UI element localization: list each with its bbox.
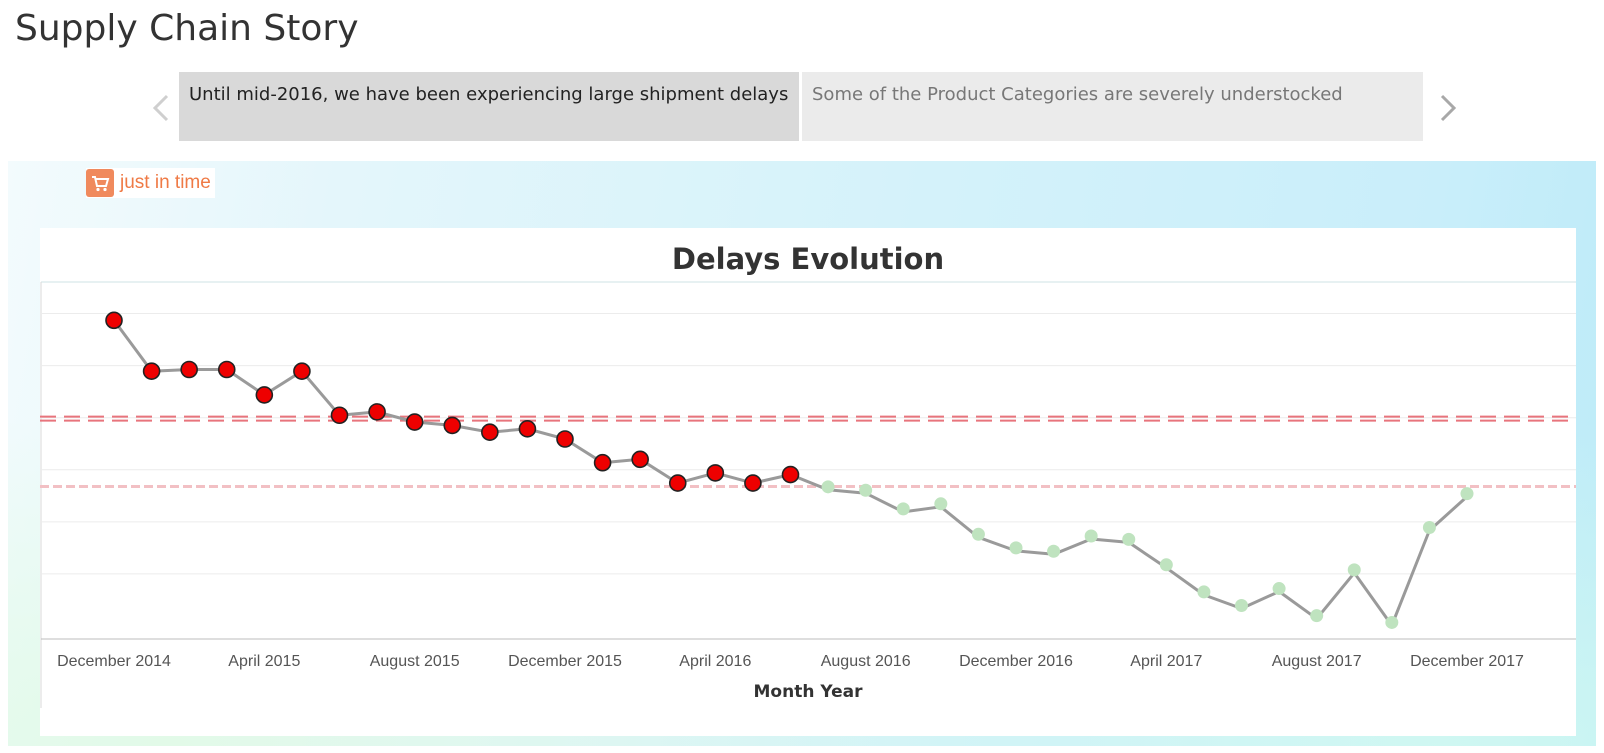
data-point-high[interactable] (142, 362, 161, 380)
logo-text: just in time (120, 172, 211, 193)
x-tick-label: August 2017 (1272, 653, 1362, 670)
data-point-high[interactable] (481, 423, 499, 442)
data-point-high[interactable] (217, 360, 236, 379)
data-point-low[interactable] (934, 497, 948, 511)
data-point-high[interactable] (744, 474, 762, 492)
data-point-low[interactable] (1047, 544, 1061, 558)
data-point-high[interactable] (255, 386, 274, 404)
data-point-low[interactable] (1310, 609, 1324, 623)
data-point-low[interactable] (1460, 487, 1474, 501)
x-tick-label: December 2016 (959, 653, 1073, 670)
data-point-low[interactable] (1422, 521, 1436, 535)
x-tick-label: April 2015 (228, 653, 300, 670)
data-point-high[interactable] (330, 406, 349, 425)
data-point-high[interactable] (180, 360, 198, 379)
x-tick-label: April 2017 (1130, 653, 1202, 670)
data-point-high[interactable] (443, 416, 462, 435)
data-point-low[interactable] (1159, 558, 1173, 572)
data-point-low[interactable] (1385, 615, 1399, 629)
cart-icon (86, 169, 114, 197)
x-tick-label: December 2015 (508, 653, 622, 670)
data-point-high[interactable] (518, 420, 537, 438)
data-point-high[interactable] (556, 430, 574, 448)
data-point-low[interactable] (859, 483, 873, 497)
data-point-low[interactable] (896, 502, 910, 516)
data-point-high[interactable] (593, 453, 612, 472)
data-point-low[interactable] (1084, 529, 1098, 543)
data-point-low[interactable] (821, 480, 835, 494)
delays-chart: December 2014 April 2015 August 2015 Decemb… (40, 281, 1576, 708)
x-tick-label: December 2014 (57, 653, 171, 670)
story-point-1[interactable]: Until mid-2016, we have been experiencin… (179, 72, 799, 141)
data-point-low[interactable] (1347, 563, 1361, 577)
data-point-high[interactable] (781, 465, 800, 484)
data-point-low[interactable] (1122, 532, 1136, 546)
story-title: Supply Chain Story (15, 8, 359, 49)
x-tick-label: December 2017 (1410, 653, 1524, 670)
data-point-high[interactable] (293, 362, 311, 380)
data-point-low[interactable] (971, 527, 985, 541)
dashboard: just in time Delays Evolution December 2… (8, 161, 1596, 746)
data-point-low[interactable] (1197, 585, 1211, 599)
data-point-high[interactable] (668, 474, 687, 492)
data-point-high[interactable] (405, 413, 424, 431)
logo: just in time (86, 168, 215, 198)
story-point-2[interactable]: Some of the Product Categories are sever… (802, 72, 1423, 141)
data-point-high[interactable] (706, 464, 725, 482)
data-point-high[interactable] (631, 450, 649, 469)
data-point-high[interactable] (105, 311, 123, 330)
previous-arrow-icon[interactable] (147, 88, 177, 128)
x-axis-label: Month Year (754, 682, 864, 702)
x-tick-label: August 2016 (821, 653, 911, 670)
data-point-low[interactable] (1272, 582, 1286, 596)
x-tick-label: April 2016 (679, 653, 751, 670)
x-tick-label: August 2015 (370, 653, 460, 670)
data-point-high[interactable] (368, 403, 386, 421)
next-arrow-icon[interactable] (1432, 88, 1462, 128)
data-point-low[interactable] (1235, 598, 1248, 612)
chart-card: Delays Evolution December 2014 April 2015… (40, 228, 1576, 736)
data-point-low[interactable] (1009, 541, 1023, 555)
